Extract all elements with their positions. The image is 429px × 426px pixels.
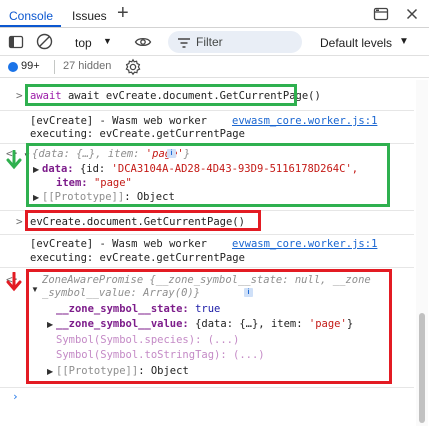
log-levels-dropdown[interactable]: Default levels <box>320 36 392 50</box>
devtools-tab-bar: Console Issues + <box>0 0 429 28</box>
filter-input[interactable]: Filter <box>168 31 302 53</box>
active-tab-indicator <box>0 25 61 27</box>
console-toolbar: top ▼ Filter Default levels ▼ <box>0 28 429 56</box>
highlight-box-red <box>26 269 392 384</box>
hidden-count[interactable]: 27 hidden <box>63 60 111 72</box>
source-link[interactable]: evwasm_core.worker.js:1 <box>232 238 377 250</box>
highlight-box-green <box>26 143 390 207</box>
console-status-bar: 99+ 27 hidden <box>0 56 429 78</box>
context-selector[interactable]: top <box>75 36 92 50</box>
filter-placeholder: Filter <box>196 35 223 49</box>
log-message: executing: evCreate.getCurrentPage <box>30 128 245 140</box>
tab-issues[interactable]: Issues <box>72 9 107 23</box>
log-message: executing: evCreate.getCurrentPage <box>30 252 245 264</box>
dock-icon[interactable] <box>373 6 389 25</box>
log-message: [evCreate] - Wasm web worker <box>30 115 208 127</box>
message-count[interactable]: 99+ <box>21 60 40 72</box>
sidebar-toggle-icon[interactable] <box>8 34 24 53</box>
add-tab-button[interactable]: + <box>117 3 129 23</box>
log-message: [evCreate] - Wasm web worker <box>30 238 208 250</box>
highlight-box-green <box>25 84 297 106</box>
filter-icon <box>178 37 190 51</box>
clear-console-icon[interactable] <box>36 33 53 53</box>
source-link[interactable]: evwasm_core.worker.js:1 <box>232 115 377 127</box>
message-icon <box>8 62 18 72</box>
scrollbar-thumb[interactable] <box>419 313 425 423</box>
divider <box>0 387 414 388</box>
annotation-arrow-red <box>6 272 22 292</box>
input-prompt-icon: > <box>16 89 23 102</box>
chevron-down-icon[interactable]: ▼ <box>103 36 112 46</box>
eye-icon[interactable] <box>134 34 152 53</box>
input-prompt-icon: > <box>16 215 23 228</box>
divider <box>0 234 414 235</box>
highlight-box-red <box>25 210 261 231</box>
annotation-arrow-green <box>6 150 22 170</box>
divider <box>0 267 414 268</box>
settings-gear-icon[interactable] <box>124 58 142 79</box>
close-icon[interactable] <box>404 6 420 25</box>
divider <box>54 60 55 74</box>
chevron-down-icon[interactable]: ▼ <box>399 36 409 47</box>
divider <box>0 110 414 111</box>
tab-console[interactable]: Console <box>9 9 53 23</box>
console-input-prompt[interactable]: › <box>12 390 19 403</box>
